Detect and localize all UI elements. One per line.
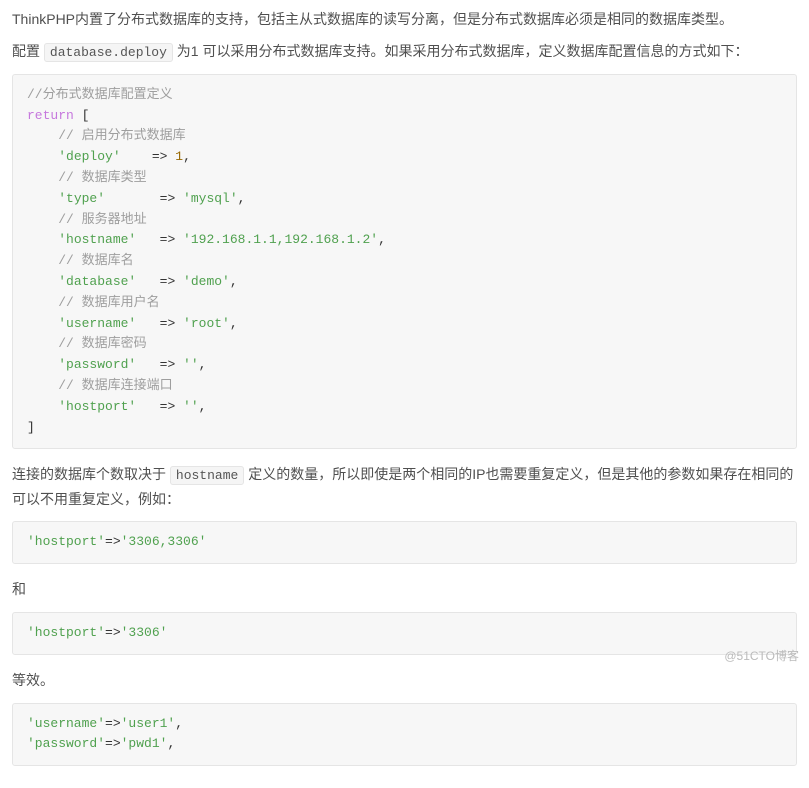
code-string: 'database' xyxy=(58,274,136,289)
code-punc: => xyxy=(136,316,183,331)
paragraph-intro-1: ThinkPHP内置了分布式数据库的支持，包括主从式数据库的读写分离，但是分布式… xyxy=(12,8,797,32)
code-punc: , xyxy=(199,399,207,414)
code-punc: => xyxy=(121,149,176,164)
code-comment: // 数据库连接端口 xyxy=(58,378,172,393)
code-string: 'username' xyxy=(58,316,136,331)
code-punc: => xyxy=(105,534,121,549)
code-punc: , xyxy=(230,274,238,289)
code-keyword: return xyxy=(27,108,74,123)
code-string: '192.168.1.1,192.168.1.2' xyxy=(183,232,378,247)
code-block-hostport-1: 'hostport'=>'3306,3306' xyxy=(12,521,797,564)
code-punc: , xyxy=(238,191,246,206)
code-punc: => xyxy=(136,399,183,414)
code-string: 'hostport' xyxy=(27,534,105,549)
code-string: '3306,3306' xyxy=(121,534,207,549)
code-string: 'mysql' xyxy=(183,191,238,206)
code-string: 'deploy' xyxy=(58,149,120,164)
code-punc: , xyxy=(230,316,238,331)
paragraph-hostname: 连接的数据库个数取决于 hostname 定义的数量，所以即使是两个相同的IP也… xyxy=(12,463,797,511)
paragraph-and: 和 xyxy=(12,578,797,602)
code-punc: , xyxy=(175,716,183,731)
code-string: '3306' xyxy=(121,625,168,640)
paragraph-intro-2: 配置 database.deploy 为1 可以采用分布式数据库支持。如果采用分… xyxy=(12,40,797,64)
code-punc: , xyxy=(183,149,191,164)
code-punc: => xyxy=(105,191,183,206)
code-string: '' xyxy=(183,399,199,414)
code-comment: // 服务器地址 xyxy=(58,212,146,227)
code-string: 'type' xyxy=(58,191,105,206)
inline-code-hostname: hostname xyxy=(170,466,244,485)
inline-code-deploy: database.deploy xyxy=(44,43,173,62)
code-string: '' xyxy=(183,357,199,372)
code-punc: => xyxy=(136,274,183,289)
code-string: 'hostport' xyxy=(58,399,136,414)
code-comment: //分布式数据库配置定义 xyxy=(27,87,173,102)
code-comment: // 数据库类型 xyxy=(58,170,146,185)
code-string: 'pwd1' xyxy=(121,736,168,751)
code-punc: , xyxy=(378,232,386,247)
code-punc: [ xyxy=(74,108,90,123)
code-string: 'password' xyxy=(58,357,136,372)
code-punc: => xyxy=(105,625,121,640)
code-comment: // 数据库用户名 xyxy=(58,295,159,310)
code-punc: => xyxy=(105,716,121,731)
code-comment: // 数据库名 xyxy=(58,253,133,268)
code-block-hostport-2: 'hostport'=>'3306' xyxy=(12,612,797,655)
text: 配置 xyxy=(12,43,44,59)
code-punc: => xyxy=(105,736,121,751)
code-block-config: //分布式数据库配置定义 return [ // 启用分布式数据库 'deplo… xyxy=(12,74,797,450)
code-string: 'password' xyxy=(27,736,105,751)
code-string: 'hostname' xyxy=(58,232,136,247)
code-string: 'root' xyxy=(183,316,230,331)
text: 为1 可以采用分布式数据库支持。如果采用分布式数据库，定义数据库配置信息的方式如… xyxy=(173,43,749,59)
code-string: 'demo' xyxy=(183,274,230,289)
text: 连接的数据库个数取决于 xyxy=(12,466,170,482)
code-string: 'username' xyxy=(27,716,105,731)
code-punc: , xyxy=(167,736,175,751)
code-punc: , xyxy=(199,357,207,372)
code-punc: => xyxy=(136,357,183,372)
paragraph-equivalent: 等效。 xyxy=(12,669,797,693)
code-punc: ] xyxy=(27,420,35,435)
code-string: 'hostport' xyxy=(27,625,105,640)
code-comment: // 启用分布式数据库 xyxy=(58,128,185,143)
code-string: 'user1' xyxy=(121,716,176,731)
code-block-user-pwd: 'username'=>'user1', 'password'=>'pwd1', xyxy=(12,703,797,767)
code-comment: // 数据库密码 xyxy=(58,336,146,351)
code-number: 1 xyxy=(175,149,183,164)
code-punc: => xyxy=(136,232,183,247)
